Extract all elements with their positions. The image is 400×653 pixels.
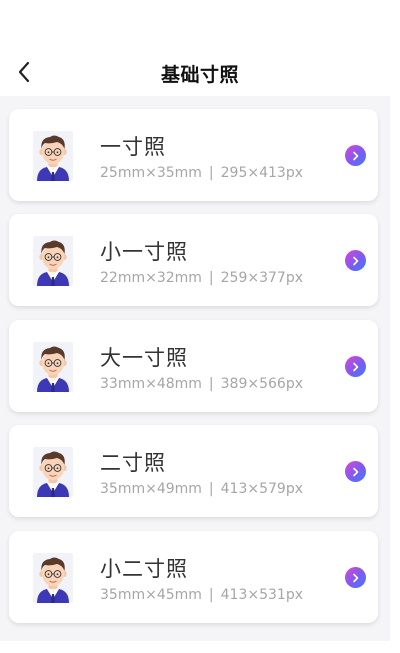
px-size: 413×579px xyxy=(220,481,303,497)
photo-size-item-3[interactable]: 大一寸照 33mm×48mm | 389×566px xyxy=(9,320,378,412)
mm-size: 35mm×45mm xyxy=(100,587,202,603)
photo-size-spec: 25mm×35mm | 295×413px xyxy=(100,165,303,181)
photo-size-spec: 35mm×49mm | 413×579px xyxy=(100,481,303,497)
page-title: 基础寸照 xyxy=(160,64,239,86)
mm-size: 25mm×35mm xyxy=(100,165,202,181)
mm-size: 33mm×48mm xyxy=(100,376,202,392)
photo-size-name: 大一寸照 xyxy=(100,346,188,370)
photo-size-list: 一寸照 25mm×35mm | 295×413px 小一寸照 22mm×32mm… xyxy=(0,96,390,641)
photo-size-item-5[interactable]: 小二寸照 35mm×45mm | 413×531px xyxy=(9,531,378,623)
photo-size-name: 二寸照 xyxy=(100,451,166,475)
px-size: 259×377px xyxy=(220,270,303,286)
px-size: 295×413px xyxy=(220,165,303,181)
separator: | xyxy=(208,376,214,392)
person-avatar-icon xyxy=(33,447,73,497)
chevron-right-circle-icon xyxy=(345,356,366,377)
photo-size-item-4[interactable]: 二寸照 35mm×49mm | 413×579px xyxy=(9,425,378,517)
person-avatar-icon xyxy=(33,131,73,181)
photo-size-spec: 35mm×45mm | 413×531px xyxy=(100,587,303,603)
chevron-right-circle-icon xyxy=(345,461,366,482)
photo-size-item-2[interactable]: 小一寸照 22mm×32mm | 259×377px xyxy=(9,214,378,306)
photo-size-item-1[interactable]: 一寸照 25mm×35mm | 295×413px xyxy=(9,109,378,201)
app-header: 基础寸照 xyxy=(0,0,400,96)
separator: | xyxy=(208,270,214,286)
chevron-right-circle-icon xyxy=(345,250,366,271)
separator: | xyxy=(208,165,214,181)
separator: | xyxy=(208,481,214,497)
person-avatar-icon xyxy=(33,553,73,603)
photo-size-name: 小一寸照 xyxy=(100,240,188,264)
px-size: 389×566px xyxy=(220,376,303,392)
photo-size-name: 一寸照 xyxy=(100,135,166,159)
separator: | xyxy=(208,587,214,603)
mm-size: 22mm×32mm xyxy=(100,270,202,286)
photo-size-spec: 33mm×48mm | 389×566px xyxy=(100,376,303,392)
px-size: 413×531px xyxy=(220,587,303,603)
chevron-right-circle-icon xyxy=(345,567,366,588)
person-avatar-icon xyxy=(33,342,73,392)
photo-size-name: 小二寸照 xyxy=(100,557,188,581)
mm-size: 35mm×49mm xyxy=(100,481,202,497)
photo-size-spec: 22mm×32mm | 259×377px xyxy=(100,270,303,286)
chevron-right-circle-icon xyxy=(345,145,366,166)
person-avatar-icon xyxy=(33,236,73,286)
